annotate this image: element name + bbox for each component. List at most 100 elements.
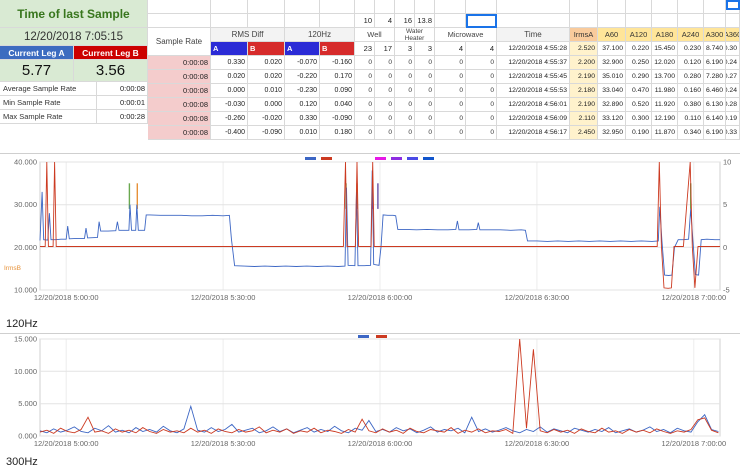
- value-cell[interactable]: 37.100: [598, 42, 626, 56]
- hz120-a-cell[interactable]: -0.220: [285, 70, 320, 84]
- value-col-header-a120[interactable]: A120: [626, 28, 652, 42]
- empty-cell[interactable]: [466, 0, 497, 14]
- rms-a-cell[interactable]: -0.400: [211, 126, 248, 140]
- value-cell[interactable]: 7.280: [704, 70, 726, 84]
- appliance-count[interactable]: 4: [435, 42, 466, 56]
- hz120-a-cell[interactable]: -0.070: [285, 56, 320, 70]
- empty-cell[interactable]: [704, 14, 726, 28]
- empty-cell[interactable]: [570, 0, 598, 14]
- flag-cell[interactable]: 0: [435, 84, 466, 98]
- top-cell-value[interactable]: 4: [375, 14, 395, 28]
- hz120-a-cell[interactable]: 0.010: [285, 126, 320, 140]
- flag-cell[interactable]: 0: [375, 70, 395, 84]
- flag-cell[interactable]: 0: [355, 56, 375, 70]
- value-cell[interactable]: 35.010: [598, 70, 626, 84]
- flag-cell[interactable]: 0: [466, 56, 497, 70]
- empty-cell[interactable]: [375, 0, 395, 14]
- value-cell[interactable]: 6.140: [704, 112, 726, 126]
- max-sample-rate-value[interactable]: 0:00:28: [97, 110, 148, 124]
- empty-cell[interactable]: [570, 14, 598, 28]
- empty-cell[interactable]: [435, 14, 466, 28]
- value-cell[interactable]: 0.28: [726, 98, 740, 112]
- empty-cell[interactable]: [497, 0, 570, 14]
- empty-cell[interactable]: [598, 14, 626, 28]
- time-cell[interactable]: 12/20/2018 4:55:28: [497, 42, 570, 56]
- value-cell[interactable]: 0.190: [626, 126, 652, 140]
- rms-a-cell[interactable]: 0.330: [211, 56, 248, 70]
- value-cell[interactable]: 0.230: [678, 42, 704, 56]
- flag-cell[interactable]: 0: [435, 112, 466, 126]
- value-cell[interactable]: 0.290: [626, 70, 652, 84]
- hz120-b-cell[interactable]: -0.160: [320, 56, 355, 70]
- hz120-a-cell[interactable]: 0.330: [285, 112, 320, 126]
- current-leg-a-value[interactable]: 5.77: [0, 60, 74, 82]
- flag-cell[interactable]: 0: [435, 56, 466, 70]
- value-cell[interactable]: 0.110: [678, 112, 704, 126]
- value-cell[interactable]: 0.33: [726, 126, 740, 140]
- appliance-count[interactable]: 4: [466, 42, 497, 56]
- sample-rate-cell[interactable]: 0:00:08: [148, 126, 211, 140]
- flag-cell[interactable]: 0: [375, 84, 395, 98]
- value-cell[interactable]: 12.020: [652, 56, 678, 70]
- time-cell[interactable]: 12/20/2018 4:56:01: [497, 98, 570, 112]
- flag-cell[interactable]: 0: [395, 84, 415, 98]
- empty-cell[interactable]: [415, 0, 435, 14]
- rms-a-cell[interactable]: 0.020: [211, 70, 248, 84]
- empty-cell[interactable]: [248, 0, 285, 14]
- sample-rate-header[interactable]: Sample Rate: [148, 28, 211, 56]
- rms-a-cell[interactable]: -0.030: [211, 98, 248, 112]
- sample-rate-cell[interactable]: 0:00:08: [148, 112, 211, 126]
- well-header[interactable]: Well: [355, 28, 395, 42]
- flag-cell[interactable]: 0: [395, 112, 415, 126]
- sample-rate-cell[interactable]: 0:00:08: [148, 70, 211, 84]
- value-cell[interactable]: 2.520: [570, 42, 598, 56]
- empty-cell[interactable]: [598, 0, 626, 14]
- flag-cell[interactable]: 0: [375, 56, 395, 70]
- flag-cell[interactable]: 0: [466, 112, 497, 126]
- rms-diff-header[interactable]: RMS Diff: [211, 28, 285, 42]
- time-cell[interactable]: 12/20/2018 4:55:45: [497, 70, 570, 84]
- top-cell-value[interactable]: 13.8: [415, 14, 435, 28]
- empty-cell[interactable]: [704, 0, 726, 14]
- empty-cell[interactable]: [320, 14, 355, 28]
- hz120-header[interactable]: 120Hz: [285, 28, 355, 42]
- empty-cell[interactable]: [148, 14, 211, 28]
- value-cell[interactable]: 15.450: [652, 42, 678, 56]
- current-leg-b-header[interactable]: Current Leg B: [74, 46, 148, 60]
- top-cell-value[interactable]: 16: [395, 14, 415, 28]
- value-cell[interactable]: 0.280: [678, 70, 704, 84]
- flag-cell[interactable]: 0: [355, 70, 375, 84]
- value-cell[interactable]: 32.890: [598, 98, 626, 112]
- flag-cell[interactable]: 0: [435, 126, 466, 140]
- value-col-header-a180[interactable]: A180: [652, 28, 678, 42]
- appliance-count[interactable]: 3: [415, 42, 435, 56]
- value-cell[interactable]: 0.30: [726, 42, 740, 56]
- value-cell[interactable]: 11.920: [652, 98, 678, 112]
- flag-cell[interactable]: 0: [395, 70, 415, 84]
- hz120-a-cell[interactable]: -0.230: [285, 84, 320, 98]
- flag-cell[interactable]: 0: [466, 98, 497, 112]
- irms-chart[interactable]: 12/20/2018 5:00:00 12/20/2018 5:30:00 12/2…: [0, 154, 740, 316]
- flag-cell[interactable]: 0: [415, 56, 435, 70]
- value-cell[interactable]: 0.120: [678, 56, 704, 70]
- selection-marker[interactable]: [726, 0, 740, 10]
- hz120-b-cell[interactable]: 0.090: [320, 84, 355, 98]
- top-cell-value[interactable]: 10: [355, 14, 375, 28]
- value-cell[interactable]: 2.180: [570, 84, 598, 98]
- appliance-count[interactable]: 17: [375, 42, 395, 56]
- value-cell[interactable]: 0.250: [626, 56, 652, 70]
- flag-cell[interactable]: 0: [395, 56, 415, 70]
- value-cell[interactable]: 6.130: [704, 98, 726, 112]
- empty-cell[interactable]: [652, 14, 678, 28]
- empty-cell[interactable]: [497, 14, 570, 28]
- sample-rate-cell[interactable]: 0:00:08: [148, 56, 211, 70]
- max-sample-rate-label[interactable]: Max Sample Rate: [0, 110, 97, 124]
- flag-cell[interactable]: 0: [415, 70, 435, 84]
- sample-rate-cell[interactable]: 0:00:08: [148, 98, 211, 112]
- ab-header-b[interactable]: B: [248, 42, 285, 56]
- avg-sample-rate-label[interactable]: Average Sample Rate: [0, 82, 97, 96]
- value-cell[interactable]: 0.220: [626, 42, 652, 56]
- flag-cell[interactable]: 0: [466, 126, 497, 140]
- rms-a-cell[interactable]: 0.000: [211, 84, 248, 98]
- current-leg-b-value[interactable]: 3.56: [74, 60, 148, 82]
